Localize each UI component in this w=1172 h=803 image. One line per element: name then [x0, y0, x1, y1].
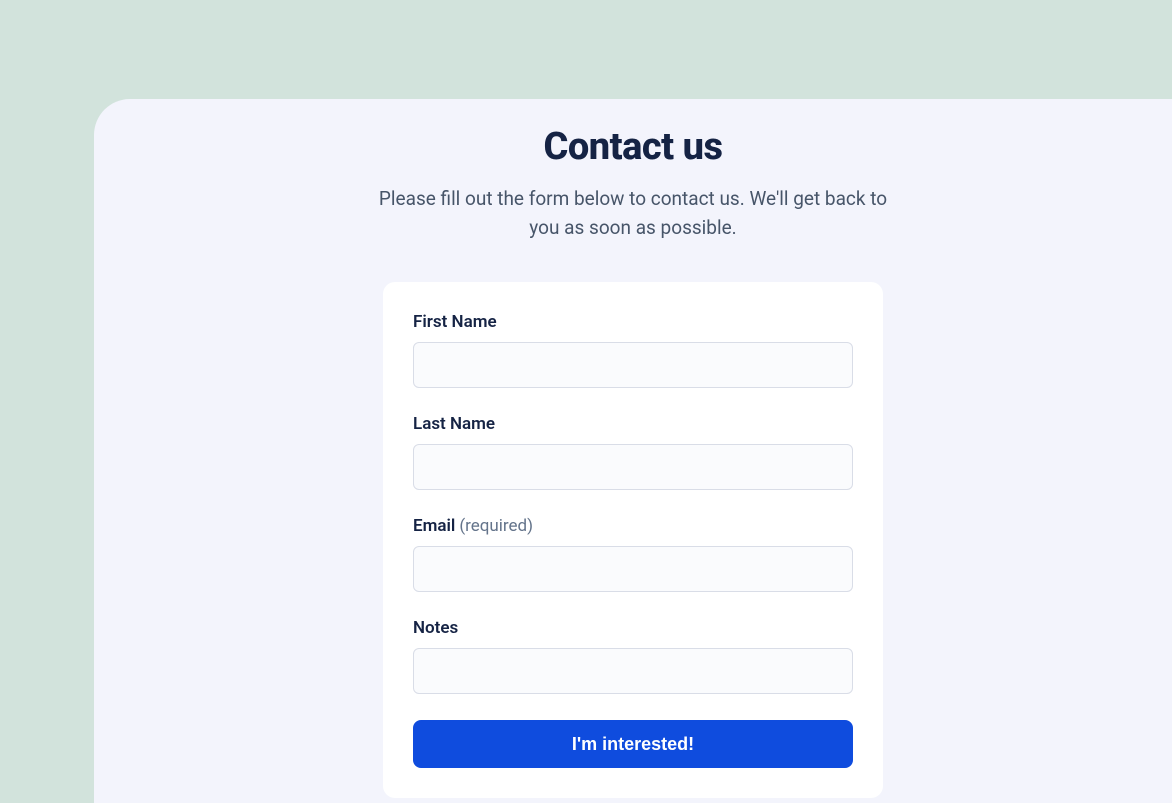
contact-card: Contact us Please fill out the form belo… [94, 99, 1172, 803]
page-title: Contact us [94, 125, 1172, 169]
first-name-group: First Name [413, 312, 853, 388]
email-required-hint: (required) [459, 516, 533, 536]
first-name-input[interactable] [413, 342, 853, 388]
last-name-group: Last Name [413, 414, 853, 490]
notes-label: Notes [413, 618, 853, 638]
last-name-label: Last Name [413, 414, 853, 434]
first-name-label: First Name [413, 312, 853, 332]
notes-input[interactable] [413, 648, 853, 694]
email-input[interactable] [413, 546, 853, 592]
submit-button[interactable]: I'm interested! [413, 720, 853, 768]
email-group: Email(required) [413, 516, 853, 592]
notes-group: Notes [413, 618, 853, 694]
page-description: Please fill out the form below to contac… [373, 185, 893, 242]
last-name-input[interactable] [413, 444, 853, 490]
email-label: Email(required) [413, 516, 853, 536]
contact-form: First Name Last Name Email(required) Not… [383, 282, 883, 798]
email-label-text: Email [413, 516, 455, 536]
